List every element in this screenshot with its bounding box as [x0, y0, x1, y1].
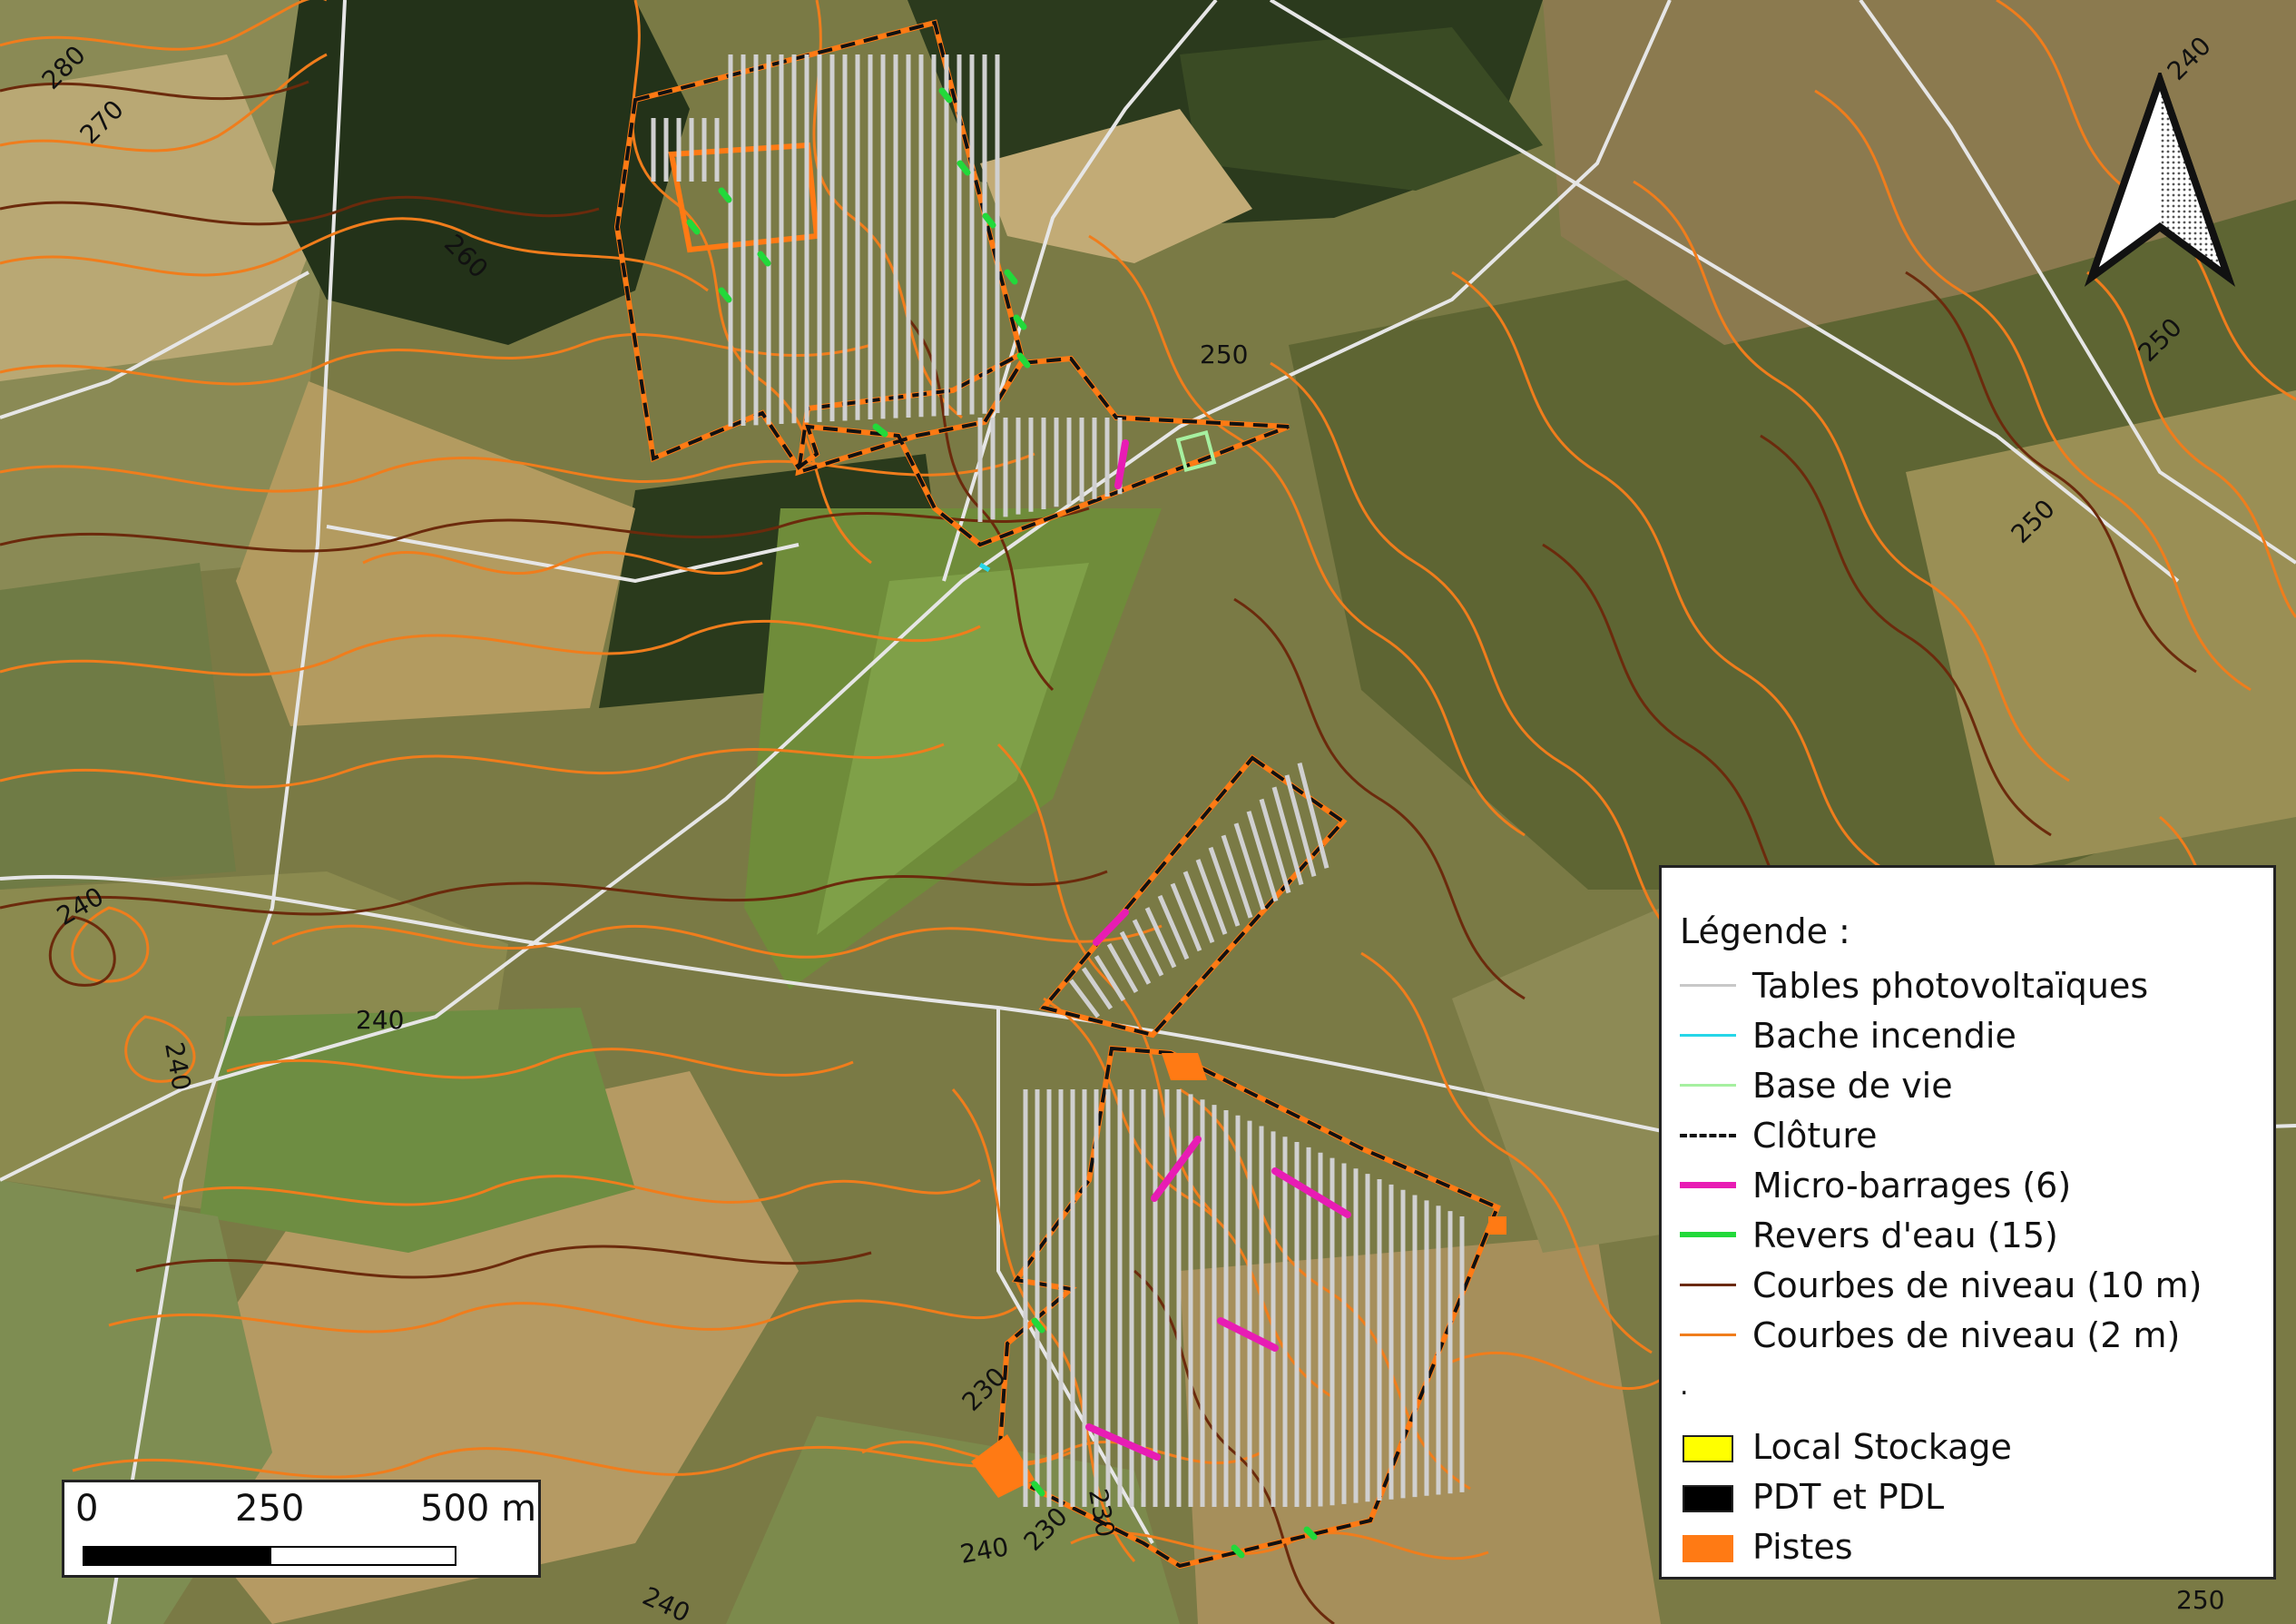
legend-box-symbol	[1680, 1483, 1736, 1512]
legend-item-pistes: Pistes	[1680, 1524, 1853, 1570]
contour-label: 250	[1200, 340, 1248, 369]
legend-item-courbes-10m: Courbes de niveau (10 m)	[1680, 1263, 2203, 1308]
legend-label: Courbes de niveau (10 m)	[1752, 1265, 2203, 1305]
legend-item-base-de-vie: Base de vie	[1680, 1063, 1953, 1108]
north-arrow-icon	[2085, 73, 2235, 287]
legend-label: Clôture	[1752, 1116, 1878, 1156]
legend-label: Bache incendie	[1752, 1016, 2016, 1056]
legend-label: Tables photovoltaïques	[1752, 966, 2149, 1006]
legend-label: Revers d'eau (15)	[1752, 1216, 2058, 1255]
legend-line-symbol	[1680, 1322, 1736, 1349]
scale-bar: 0 250 500 m	[62, 1480, 541, 1578]
scale-label-end: 500 m	[420, 1488, 537, 1530]
legend-box-symbol	[1680, 1433, 1736, 1462]
legend-label: Base de vie	[1752, 1066, 1953, 1106]
legend-item-pdt-pdl: PDT et PDL	[1680, 1474, 1944, 1520]
legend-item-micro-barrages: Micro-barrages (6)	[1680, 1163, 2071, 1208]
legend-item-pv-tables: Tables photovoltaïques	[1680, 963, 2148, 1009]
legend-title: Légende :	[1680, 911, 1850, 951]
legend-label: PDT et PDL	[1752, 1477, 1945, 1517]
legend-item-courbes-2m: Courbes de niveau (2 m)	[1680, 1313, 2180, 1358]
legend-item-cloture: Clôture	[1680, 1113, 1878, 1158]
scale-bar-white-segment	[270, 1546, 456, 1566]
scale-bar-black-segment	[83, 1546, 270, 1566]
legend-item-revers-eau: Revers d'eau (15)	[1680, 1213, 2058, 1258]
scale-label-mid: 250	[235, 1488, 305, 1530]
legend-box-symbol	[1680, 1533, 1736, 1562]
legend-line-symbol	[1680, 1022, 1736, 1049]
legend-line-symbol	[1680, 972, 1736, 999]
legend-line-symbol	[1680, 1222, 1736, 1249]
legend-line-symbol	[1680, 1172, 1736, 1199]
legend-label: Pistes	[1752, 1527, 1853, 1567]
legend-label: Micro-barrages (6)	[1752, 1166, 2072, 1206]
contour-label: 240	[356, 1005, 404, 1035]
scale-label-zero: 0	[75, 1488, 99, 1530]
legend-label: Courbes de niveau (2 m)	[1752, 1315, 2181, 1355]
legend-line-symbol	[1680, 1072, 1736, 1099]
map-legend: Légende : Tables photovoltaïques Bache i…	[1659, 865, 2276, 1580]
legend-line-symbol	[1680, 1272, 1736, 1299]
legend-separator: .	[1680, 1369, 1689, 1402]
legend-dashed-symbol	[1680, 1122, 1736, 1149]
contour-label: 250	[2176, 1585, 2224, 1615]
legend-item-bache-incendie: Bache incendie	[1680, 1013, 2016, 1058]
legend-label: Local Stockage	[1752, 1427, 2012, 1467]
legend-item-local-stockage: Local Stockage	[1680, 1424, 2012, 1470]
